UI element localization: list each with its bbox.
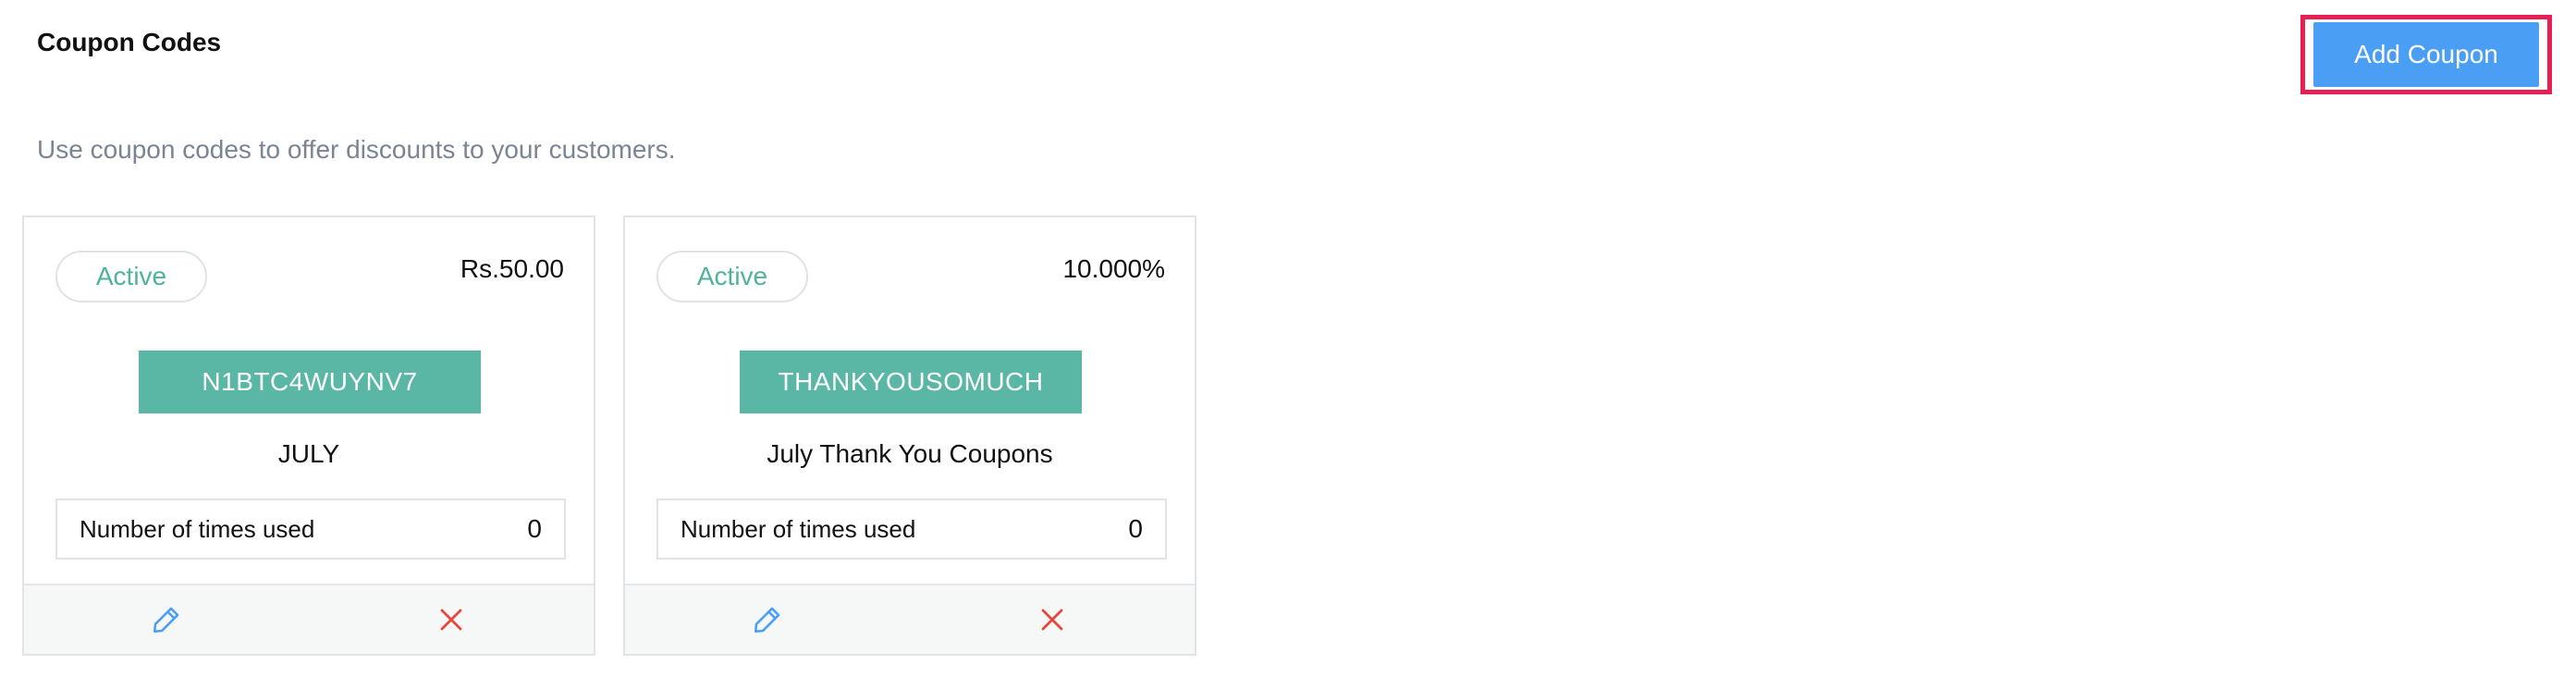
edit-coupon-button[interactable] — [625, 585, 910, 654]
coupon-name: JULY — [277, 439, 340, 468]
pencil-icon — [153, 607, 179, 634]
add-coupon-highlight: Add Coupon — [2300, 15, 2552, 94]
usage-row: Number of times used 0 — [55, 499, 566, 560]
close-icon — [1041, 609, 1063, 631]
card-actions — [24, 584, 594, 654]
coupon-code: THANKYOUSOMUCH — [740, 351, 1082, 413]
coupon-value: 10.000% — [1062, 254, 1165, 283]
usage-count: 0 — [527, 514, 542, 543]
status-badge: Active — [55, 251, 207, 302]
card-actions — [625, 584, 1195, 654]
usage-row: Number of times used 0 — [656, 499, 1167, 560]
edit-coupon-button[interactable] — [24, 585, 309, 654]
usage-label: Number of times used — [681, 514, 916, 543]
coupon-card: Active 10.000% THANKYOUSOMUCH July Thank… — [623, 215, 1196, 656]
usage-label: Number of times used — [80, 514, 315, 543]
usage-count: 0 — [1128, 514, 1143, 543]
coupon-name: July Thank You Coupons — [767, 439, 1053, 468]
close-icon — [440, 609, 462, 631]
page-description: Use coupon codes to offer discounts to y… — [37, 135, 676, 164]
coupon-card: Active Rs.50.00 N1BTC4WUYNV7 JULY Number… — [22, 215, 595, 656]
delete-coupon-button[interactable] — [309, 585, 594, 654]
delete-coupon-button[interactable] — [910, 585, 1195, 654]
status-badge: Active — [656, 251, 808, 302]
coupon-list: Active Rs.50.00 N1BTC4WUYNV7 JULY Number… — [22, 215, 1196, 656]
coupon-code: N1BTC4WUYNV7 — [139, 351, 481, 413]
pencil-icon — [754, 607, 780, 634]
page-title: Coupon Codes — [37, 28, 222, 56]
add-coupon-button[interactable]: Add Coupon — [2313, 22, 2539, 87]
coupon-codes-page: Coupon Codes Use coupon codes to offer d… — [0, 0, 2576, 677]
coupon-value: Rs.50.00 — [460, 254, 564, 283]
